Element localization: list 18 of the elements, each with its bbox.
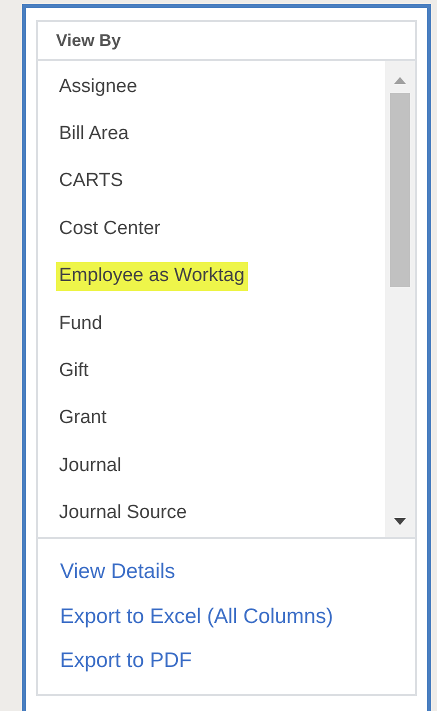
action-link[interactable]: Export to Excel (All Columns)	[60, 600, 334, 634]
scroll-up-icon[interactable]	[394, 77, 406, 84]
panel-title: View By	[38, 22, 415, 62]
list-item[interactable]: Gift	[56, 356, 92, 386]
list-item[interactable]: Grant	[56, 404, 110, 434]
list-item[interactable]: CARTS	[56, 167, 126, 196]
list-item[interactable]: Fund	[56, 310, 106, 338]
list-item[interactable]: Journal	[56, 452, 124, 481]
list-item[interactable]: Cost Center	[56, 214, 164, 244]
list-item[interactable]: Employee as Worktag	[56, 262, 248, 291]
list-item[interactable]: Bill Area	[56, 120, 132, 149]
scroll-down-icon[interactable]	[394, 518, 406, 526]
action-link[interactable]: View Details	[60, 555, 176, 589]
list-item[interactable]: Journal Source	[56, 499, 190, 528]
action-link[interactable]: Export to PDF	[60, 644, 192, 678]
scrollbar[interactable]	[385, 61, 415, 538]
list-item[interactable]: Assignee	[56, 72, 140, 102]
scroll-thumb[interactable]	[390, 93, 410, 288]
